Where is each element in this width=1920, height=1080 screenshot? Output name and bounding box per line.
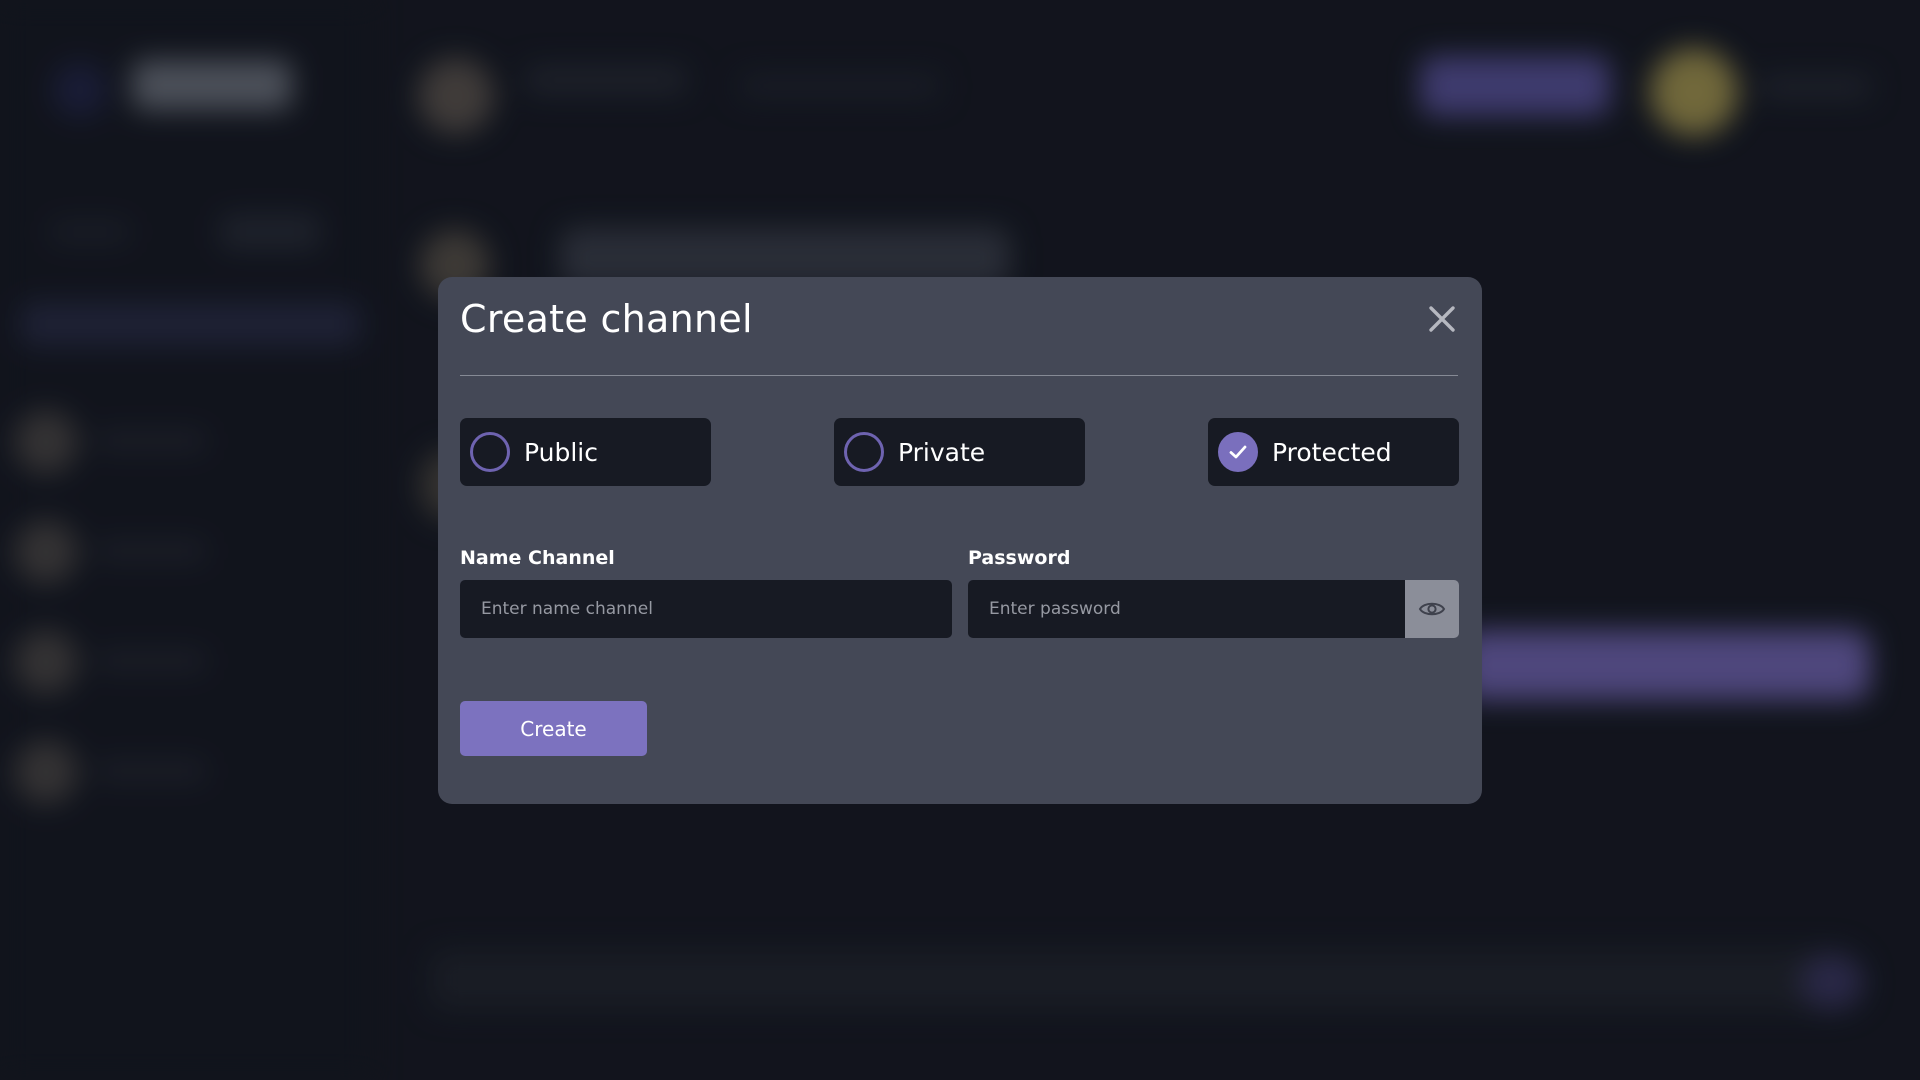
- option-label: Public: [524, 437, 598, 467]
- name-channel-input[interactable]: [460, 580, 952, 638]
- check-icon: [1229, 445, 1247, 459]
- create-button[interactable]: Create: [460, 701, 647, 756]
- option-label: Private: [898, 437, 986, 467]
- modal-divider: [460, 375, 1458, 376]
- option-private[interactable]: Private: [834, 418, 1085, 486]
- radio-checked-icon: [1218, 432, 1258, 472]
- toggle-password-visibility-button[interactable]: [1405, 580, 1459, 638]
- option-protected[interactable]: Protected: [1208, 418, 1459, 486]
- eye-icon: [1418, 602, 1446, 616]
- close-icon: [1429, 306, 1455, 332]
- radio-unchecked-icon: [844, 432, 884, 472]
- radio-unchecked-icon: [470, 432, 510, 472]
- name-channel-label: Name Channel: [460, 547, 615, 569]
- modal-title: Create channel: [460, 297, 753, 341]
- create-channel-modal: Create channel Public Private Protected …: [438, 277, 1482, 804]
- option-public[interactable]: Public: [460, 418, 711, 486]
- option-label: Protected: [1272, 437, 1392, 467]
- password-input[interactable]: [968, 580, 1405, 638]
- password-label: Password: [968, 547, 1071, 569]
- close-button[interactable]: [1424, 301, 1460, 337]
